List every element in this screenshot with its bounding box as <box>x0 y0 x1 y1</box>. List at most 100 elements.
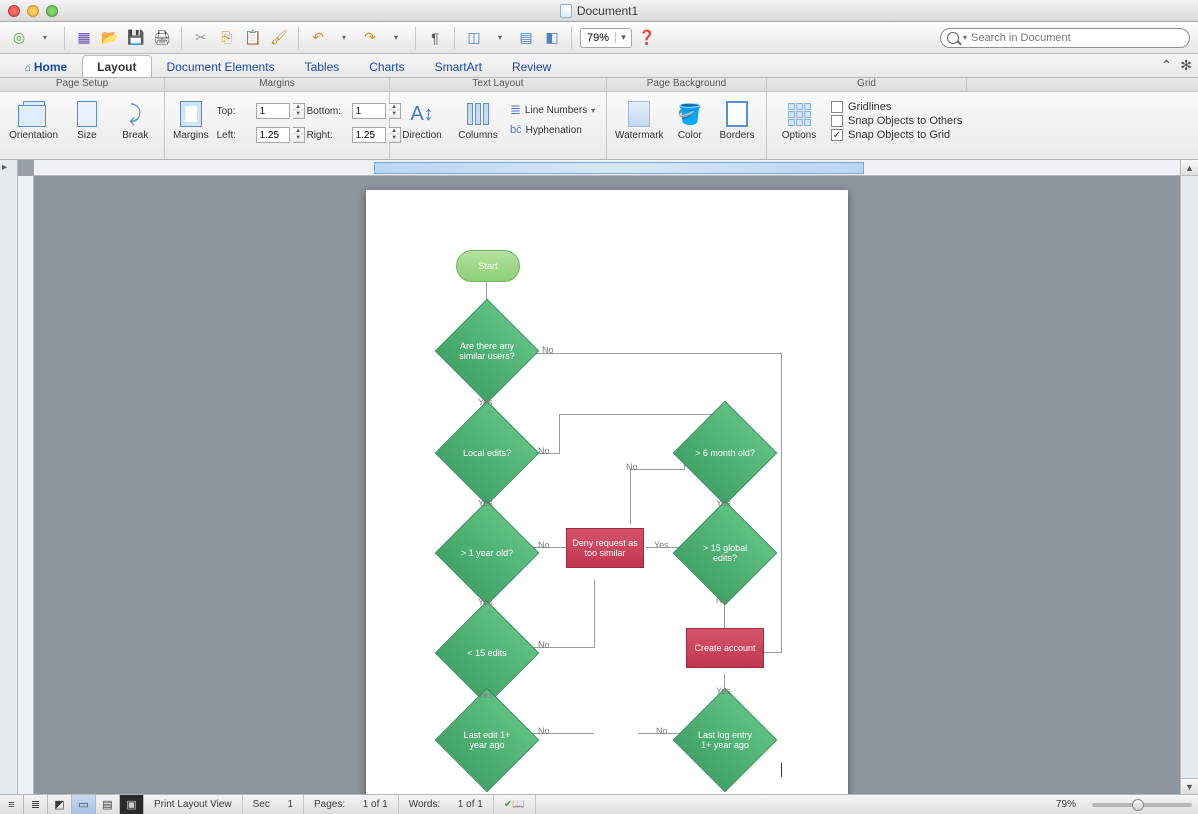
snap-grid-checkbox[interactable]: ✓Snap Objects to Grid <box>831 129 962 141</box>
flowchart-start: Start <box>456 250 520 282</box>
tab-home[interactable]: ⌂ Home <box>10 55 82 77</box>
tab-smartart[interactable]: SmartArt <box>420 55 497 77</box>
paste-button[interactable]: 📋 <box>242 27 264 49</box>
view-print-layout-button[interactable]: ▭ <box>72 795 96 814</box>
new-dropdown[interactable]: ▾ <box>34 27 56 49</box>
direction-button[interactable]: A↕ Direction <box>398 98 446 141</box>
margin-left-spinner[interactable]: Left: 1.25 ▲▼ <box>217 127 305 143</box>
grid-icon <box>788 103 811 126</box>
scroll-up-button[interactable]: ▲ <box>1181 160 1198 176</box>
help-button[interactable]: ❓ <box>636 27 658 49</box>
status-words[interactable]: Words: 1 of 1 <box>399 795 494 814</box>
edge-label: Yes <box>716 498 731 508</box>
navigation-gutter: ▸ <box>0 160 18 794</box>
break-button[interactable]: ⤸ Break <box>115 98 156 141</box>
cut-button[interactable]: ✂ <box>190 27 212 49</box>
line-numbers-button[interactable]: ≣ Line Numbers ▾ <box>510 102 595 118</box>
open-button[interactable]: 📂 <box>99 27 121 49</box>
break-icon: ⤸ <box>121 100 149 128</box>
pilcrow-button[interactable]: ¶ <box>424 27 446 49</box>
view-notebook-button[interactable]: ▤ <box>96 795 120 814</box>
nav-toggle-icon[interactable]: ▸ <box>0 160 17 175</box>
page-color-button[interactable]: 🪣 Color <box>672 98 709 141</box>
tab-tables[interactable]: Tables <box>290 55 355 77</box>
watermark-icon <box>628 101 650 127</box>
document-page[interactable]: Start Are there any similar users? Local… <box>366 190 848 794</box>
flowchart-decision-local-edits: Local edits? <box>450 416 524 490</box>
page-size-icon <box>77 101 97 127</box>
edge-label: No <box>538 726 550 736</box>
horizontal-ruler[interactable] <box>34 160 1180 176</box>
status-spellcheck[interactable]: ✔📖 <box>494 795 536 814</box>
view-focus-button[interactable]: ▣ <box>120 795 144 814</box>
margin-top-spinner[interactable]: Top: 1 ▲▼ <box>217 103 305 119</box>
undo-dropdown[interactable]: ▾ <box>333 27 355 49</box>
tab-charts[interactable]: Charts <box>354 55 419 77</box>
zoom-value: 79% <box>581 32 615 44</box>
flowchart-decision-6month: > 6 month old? <box>688 416 762 490</box>
redo-button[interactable]: ↷ <box>359 27 381 49</box>
search-icon <box>947 32 959 44</box>
standard-toolbar: ◎ ▾ ▦ 📂 💾 🖨 ✂ ⎘ 📋 🖌 ↶ ▾ ↷ ▾ ¶ ◫ ▾ ▤ ◧ 79… <box>0 22 1198 54</box>
search-field[interactable]: ▾ <box>940 28 1190 48</box>
tab-review[interactable]: Review <box>497 55 566 77</box>
document-icon <box>560 4 572 18</box>
status-zoom-readout[interactable]: 79% <box>1046 795 1086 814</box>
scroll-down-button[interactable]: ▼ <box>1181 778 1198 794</box>
orientation-button[interactable]: Orientation <box>8 98 59 141</box>
text-cursor <box>781 763 782 777</box>
undo-button[interactable]: ↶ <box>307 27 329 49</box>
view-outline-button[interactable]: ≣ <box>24 795 48 814</box>
copy-button[interactable]: ⎘ <box>216 27 238 49</box>
flowchart-decision-last-edit: Last edit 1+ year ago <box>450 703 524 777</box>
document-area[interactable]: Start Are there any similar users? Local… <box>34 176 1180 794</box>
margin-bottom-spinner[interactable]: Bottom: 1 ▲▼ <box>307 103 401 119</box>
tab-layout[interactable]: Layout <box>82 55 151 77</box>
gridlines-checkbox[interactable]: Gridlines <box>831 101 962 113</box>
edge-label: No <box>626 462 638 472</box>
zoom-dropdown-icon[interactable]: ▾ <box>615 32 631 43</box>
print-button[interactable]: 🖨 <box>151 27 173 49</box>
ribbon-body: Orientation Size ⤸ Break Margins Top: <box>0 92 1198 160</box>
snap-others-checkbox[interactable]: Snap Objects to Others <box>831 115 962 127</box>
zoom-slider[interactable] <box>1092 803 1192 807</box>
zoom-combo[interactable]: 79% ▾ <box>580 28 632 48</box>
grid-options-button[interactable]: Options <box>775 98 823 141</box>
collapse-ribbon-button[interactable]: ⌃ <box>1161 57 1173 74</box>
watermark-button[interactable]: Watermark <box>615 98 664 141</box>
save-button[interactable]: 💾 <box>125 27 147 49</box>
size-button[interactable]: Size <box>67 98 106 141</box>
ribbon-settings-icon[interactable]: ✻ <box>1180 57 1192 74</box>
gallery-button[interactable]: ◧ <box>541 27 563 49</box>
margins-button[interactable]: Margins <box>173 98 209 141</box>
toolbox-button[interactable]: ▤ <box>515 27 537 49</box>
sidebar-button[interactable]: ◫ <box>463 27 485 49</box>
borders-button[interactable]: Borders <box>716 98 758 141</box>
hyphenation-button[interactable]: bc̄ Hyphenation <box>510 124 595 136</box>
flowchart-decision-last-log: Last log entry 1+ year ago <box>688 703 762 777</box>
status-view-label: Print Layout View <box>144 795 243 814</box>
view-draft-button[interactable]: ≡ <box>0 795 24 814</box>
search-input[interactable] <box>971 32 1183 44</box>
status-pages[interactable]: Pages: 1 of 1 <box>304 795 399 814</box>
margin-right-spinner[interactable]: Right: 1.25 ▲▼ <box>307 127 401 143</box>
template-button[interactable]: ▦ <box>73 27 95 49</box>
columns-button[interactable]: Columns <box>454 98 502 141</box>
format-painter-button[interactable]: 🖌 <box>268 27 290 49</box>
new-button[interactable]: ◎ <box>8 27 30 49</box>
vertical-ruler[interactable] <box>18 176 34 794</box>
edge-label: No <box>542 345 554 355</box>
vertical-scrollbar[interactable]: ▲ ▼ <box>1180 160 1198 794</box>
flowchart-decision-similar-users: Are there any similar users? <box>450 314 524 388</box>
sidebar-dropdown[interactable]: ▾ <box>489 27 511 49</box>
orientation-icon <box>23 101 45 127</box>
group-label-grid: Grid <box>767 78 967 91</box>
tab-document-elements[interactable]: Document Elements <box>152 55 290 77</box>
paint-bucket-icon: 🪣 <box>676 100 704 128</box>
view-publishing-button[interactable]: ◩ <box>48 795 72 814</box>
edge-label: No <box>716 595 728 605</box>
columns-icon <box>467 103 489 125</box>
edge-label: Yes <box>478 498 493 508</box>
search-dropdown-icon[interactable]: ▾ <box>963 33 967 42</box>
redo-dropdown[interactable]: ▾ <box>385 27 407 49</box>
